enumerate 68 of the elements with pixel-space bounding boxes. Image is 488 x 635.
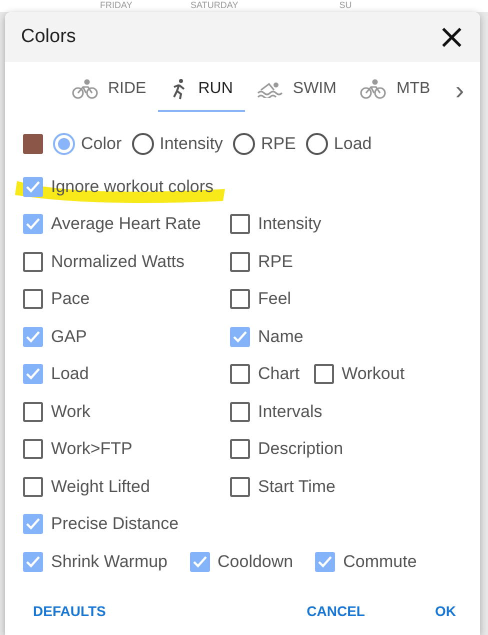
bicycle-icon — [360, 79, 386, 99]
radio-label: Load — [334, 134, 372, 154]
checkbox-label: Chart — [258, 364, 300, 384]
checkbox-label: Commute — [343, 552, 417, 572]
color-swatch[interactable] — [23, 134, 43, 154]
checkbox[interactable] — [190, 552, 210, 572]
radio-button[interactable] — [232, 133, 255, 155]
radio-button[interactable] — [306, 133, 328, 155]
radio-button[interactable] — [132, 133, 154, 155]
checkbox[interactable] — [23, 476, 43, 497]
day-header: SATURDAY — [190, 0, 240, 12]
checkbox[interactable] — [230, 326, 250, 347]
checkbox[interactable] — [23, 326, 43, 347]
checkbox[interactable] — [23, 289, 43, 310]
sport-tab[interactable]: SWIM — [244, 68, 348, 112]
checkbox-label: GAP — [51, 326, 87, 347]
checkbox-label: Start Time — [258, 476, 336, 497]
checkbox-label: Work>FTP — [51, 439, 132, 460]
radio-label: Intensity — [160, 134, 223, 154]
checkbox-label: Name — [258, 326, 304, 347]
checkbox-label: Intervals — [258, 402, 322, 422]
checkbox[interactable] — [23, 252, 43, 272]
checkbox[interactable] — [23, 552, 43, 572]
dialog-button[interactable]: OK — [429, 596, 462, 624]
checkbox-label: Shrink Warmup — [51, 552, 168, 572]
checkbox[interactable] — [230, 439, 250, 460]
checkbox[interactable] — [23, 176, 43, 197]
day-header: FRIDAY — [100, 0, 134, 12]
dialog-button[interactable]: DEFAULTS — [27, 596, 112, 624]
checkbox-label: Load — [51, 364, 89, 384]
sport-tab[interactable]: RUN — [158, 68, 245, 112]
checkbox-label: Feel — [258, 289, 292, 310]
checkbox-label: Pace — [51, 289, 90, 310]
checkbox[interactable] — [23, 214, 43, 234]
bicycle-icon — [72, 79, 98, 99]
checkbox[interactable] — [23, 402, 43, 422]
checkbox-label: RPE — [258, 252, 293, 272]
checkbox-label: Weight Lifted — [51, 476, 150, 497]
checkbox-label: Description — [258, 439, 344, 460]
checkbox-label: Work — [51, 402, 90, 422]
radio-label: RPE — [260, 134, 296, 154]
checkbox-label: Cooldown — [218, 552, 294, 572]
dialog-button[interactable]: CANCEL — [300, 596, 371, 624]
checkbox-label: Precise Distance — [51, 514, 179, 534]
checkbox[interactable] — [230, 476, 250, 497]
sport-tab[interactable]: MTB — [348, 68, 442, 112]
day-header: SU — [339, 0, 353, 12]
radio-button[interactable] — [53, 133, 75, 155]
swimmer-icon — [256, 80, 283, 98]
checkbox-label: Normalized Watts — [51, 252, 185, 272]
checkbox[interactable] — [23, 364, 43, 384]
checkbox[interactable] — [230, 252, 250, 272]
dialog-title: Colors — [21, 26, 76, 48]
checkbox[interactable] — [315, 552, 336, 572]
checkbox[interactable] — [230, 214, 250, 234]
checkbox-label: Average Heart Rate — [51, 214, 201, 234]
checkbox[interactable] — [230, 364, 250, 384]
checkbox[interactable] — [230, 289, 250, 310]
radio-label: Color — [81, 134, 122, 154]
sport-tab[interactable]: RIDE — [60, 68, 158, 112]
close-button[interactable]: × — [434, 22, 470, 52]
checkbox[interactable] — [23, 514, 43, 534]
checkbox[interactable] — [314, 364, 334, 384]
checkbox[interactable] — [23, 439, 43, 460]
checkbox[interactable] — [230, 402, 250, 422]
checkbox-label: Workout — [342, 364, 405, 384]
scroll-right-button[interactable]: › — [449, 68, 470, 112]
checkbox-label: Intensity — [258, 214, 322, 234]
